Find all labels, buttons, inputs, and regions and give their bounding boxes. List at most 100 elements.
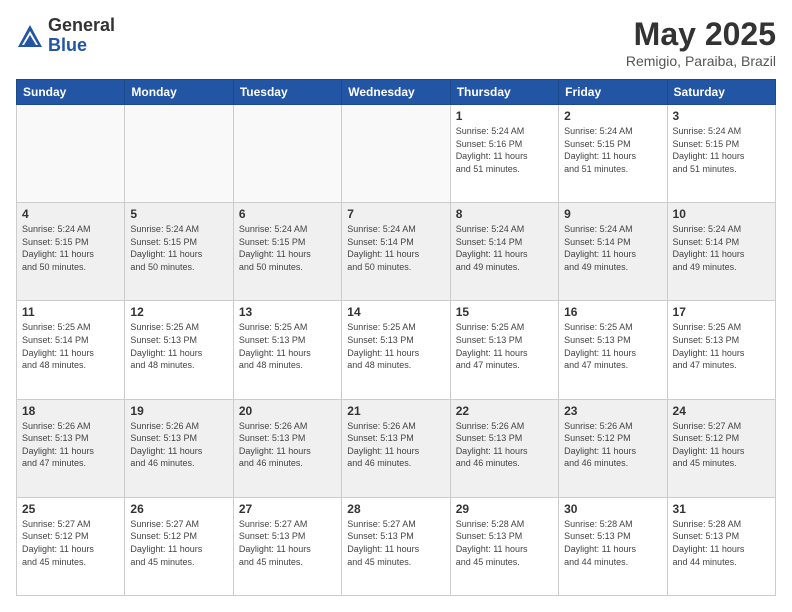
logo-general-text: General [48,16,115,36]
day-number: 13 [239,305,336,319]
day-number: 3 [673,109,770,123]
day-info: Sunrise: 5:26 AM Sunset: 5:13 PM Dayligh… [22,420,119,470]
day-info: Sunrise: 5:24 AM Sunset: 5:16 PM Dayligh… [456,125,553,175]
day-info: Sunrise: 5:26 AM Sunset: 5:12 PM Dayligh… [564,420,661,470]
day-info: Sunrise: 5:25 AM Sunset: 5:13 PM Dayligh… [239,321,336,371]
calendar-cell: 29Sunrise: 5:28 AM Sunset: 5:13 PM Dayli… [450,497,558,595]
week-row-4: 18 Sunrise: 5:26 AM Sunset: 5:13 PM Dayli… [17,399,776,497]
calendar-cell: 13 Sunrise: 5:25 AM Sunset: 5:13 PM Dayli… [233,301,341,399]
day-number: 29 [456,502,553,516]
day-number: 12 [130,305,227,319]
day-number: 18 [22,404,119,418]
day-info: Sunrise: 5:26 AM Sunset: 5:13 PM Dayligh… [456,420,553,470]
day-info: Sunrise: 5:26 AM Sunset: 5:13 PM Dayligh… [130,420,227,470]
day-number: 9 [564,207,661,221]
day-number: 28 [347,502,444,516]
day-number: 24 [673,404,770,418]
day-number: 10 [673,207,770,221]
day-header-tuesday: Tuesday [233,80,341,105]
day-info: Sunrise: 5:24 AM Sunset: 5:15 PM Dayligh… [564,125,661,175]
day-header-sunday: Sunday [17,80,125,105]
day-number: 5 [130,207,227,221]
calendar-cell: 2 Sunrise: 5:24 AM Sunset: 5:15 PM Daylig… [559,105,667,203]
week-row-5: 25 Sunrise: 5:27 AM Sunset: 5:12 PM Dayli… [17,497,776,595]
calendar-cell: 26 Sunrise: 5:27 AM Sunset: 5:12 PM Dayli… [125,497,233,595]
day-header-friday: Friday [559,80,667,105]
day-info: Sunrise: 5:28 AM Sunset: 5:13 PM Dayligh… [564,518,661,568]
day-number: 7 [347,207,444,221]
calendar-cell: 7 Sunrise: 5:24 AM Sunset: 5:14 PM Daylig… [342,203,450,301]
day-number: 17 [673,305,770,319]
day-info: Sunrise: 5:27 AM Sunset: 5:13 PM Dayligh… [347,518,444,568]
calendar-cell: 12 Sunrise: 5:25 AM Sunset: 5:13 PM Dayli… [125,301,233,399]
day-header-monday: Monday [125,80,233,105]
calendar-cell: 27Sunrise: 5:27 AM Sunset: 5:13 PM Dayli… [233,497,341,595]
day-info: Sunrise: 5:24 AM Sunset: 5:14 PM Dayligh… [456,223,553,273]
day-info: Sunrise: 5:24 AM Sunset: 5:15 PM Dayligh… [239,223,336,273]
location: Remigio, Paraiba, Brazil [626,53,776,69]
page: General Blue May 2025 Remigio, Paraiba, … [0,0,792,612]
calendar-cell: 5 Sunrise: 5:24 AM Sunset: 5:15 PM Daylig… [125,203,233,301]
calendar-cell: 28 Sunrise: 5:27 AM Sunset: 5:13 PM Dayli… [342,497,450,595]
day-info: Sunrise: 5:27 AM Sunset: 5:12 PM Dayligh… [130,518,227,568]
day-info: Sunrise: 5:25 AM Sunset: 5:13 PM Dayligh… [130,321,227,371]
day-info: Sunrise: 5:28 AM Sunset: 5:13 PM Dayligh… [673,518,770,568]
day-number: 8 [456,207,553,221]
day-header-saturday: Saturday [667,80,775,105]
day-info: Sunrise: 5:25 AM Sunset: 5:13 PM Dayligh… [347,321,444,371]
calendar-cell: 21 Sunrise: 5:26 AM Sunset: 5:13 PM Dayli… [342,399,450,497]
calendar-cell: 14Sunrise: 5:25 AM Sunset: 5:13 PM Dayli… [342,301,450,399]
day-info: Sunrise: 5:25 AM Sunset: 5:13 PM Dayligh… [673,321,770,371]
day-number: 11 [22,305,119,319]
day-number: 15 [456,305,553,319]
calendar-cell: 8 Sunrise: 5:24 AM Sunset: 5:14 PM Daylig… [450,203,558,301]
week-row-1: 1 Sunrise: 5:24 AM Sunset: 5:16 PM Daylig… [17,105,776,203]
calendar-cell: 9 Sunrise: 5:24 AM Sunset: 5:14 PM Daylig… [559,203,667,301]
title-block: May 2025 Remigio, Paraiba, Brazil [626,16,776,69]
calendar-cell: 4 Sunrise: 5:24 AM Sunset: 5:15 PM Daylig… [17,203,125,301]
day-header-thursday: Thursday [450,80,558,105]
day-number: 1 [456,109,553,123]
week-row-2: 4 Sunrise: 5:24 AM Sunset: 5:15 PM Daylig… [17,203,776,301]
day-info: Sunrise: 5:25 AM Sunset: 5:14 PM Dayligh… [22,321,119,371]
calendar-cell: 30Sunrise: 5:28 AM Sunset: 5:13 PM Dayli… [559,497,667,595]
day-info: Sunrise: 5:26 AM Sunset: 5:13 PM Dayligh… [239,420,336,470]
calendar-cell: 20Sunrise: 5:26 AM Sunset: 5:13 PM Dayli… [233,399,341,497]
calendar-cell [342,105,450,203]
header: General Blue May 2025 Remigio, Paraiba, … [16,16,776,69]
day-number: 21 [347,404,444,418]
day-info: Sunrise: 5:27 AM Sunset: 5:12 PM Dayligh… [673,420,770,470]
calendar-table: SundayMondayTuesdayWednesdayThursdayFrid… [16,79,776,596]
week-row-3: 11 Sunrise: 5:25 AM Sunset: 5:14 PM Dayli… [17,301,776,399]
day-info: Sunrise: 5:24 AM Sunset: 5:14 PM Dayligh… [564,223,661,273]
day-info: Sunrise: 5:24 AM Sunset: 5:15 PM Dayligh… [22,223,119,273]
logo: General Blue [16,16,115,56]
day-number: 22 [456,404,553,418]
day-info: Sunrise: 5:24 AM Sunset: 5:14 PM Dayligh… [673,223,770,273]
calendar-cell: 10 Sunrise: 5:24 AM Sunset: 5:14 PM Dayli… [667,203,775,301]
day-info: Sunrise: 5:27 AM Sunset: 5:13 PM Dayligh… [239,518,336,568]
day-number: 25 [22,502,119,516]
logo-blue-text: Blue [48,36,115,56]
calendar-cell [233,105,341,203]
day-number: 19 [130,404,227,418]
calendar-cell: 11 Sunrise: 5:25 AM Sunset: 5:14 PM Dayli… [17,301,125,399]
calendar-cell: 24 Sunrise: 5:27 AM Sunset: 5:12 PM Dayli… [667,399,775,497]
day-number: 26 [130,502,227,516]
calendar-cell: 17 Sunrise: 5:25 AM Sunset: 5:13 PM Dayli… [667,301,775,399]
logo-text: General Blue [48,16,115,56]
day-number: 4 [22,207,119,221]
day-header-wednesday: Wednesday [342,80,450,105]
day-number: 2 [564,109,661,123]
day-info: Sunrise: 5:24 AM Sunset: 5:15 PM Dayligh… [130,223,227,273]
day-number: 6 [239,207,336,221]
day-info: Sunrise: 5:24 AM Sunset: 5:15 PM Dayligh… [673,125,770,175]
calendar-cell [17,105,125,203]
day-info: Sunrise: 5:26 AM Sunset: 5:13 PM Dayligh… [347,420,444,470]
calendar-cell: 25Sunrise: 5:27 AM Sunset: 5:12 PM Dayli… [17,497,125,595]
day-info: Sunrise: 5:24 AM Sunset: 5:14 PM Dayligh… [347,223,444,273]
calendar-cell: 6 Sunrise: 5:24 AM Sunset: 5:15 PM Daylig… [233,203,341,301]
day-info: Sunrise: 5:25 AM Sunset: 5:13 PM Dayligh… [564,321,661,371]
calendar-cell: 18 Sunrise: 5:26 AM Sunset: 5:13 PM Dayli… [17,399,125,497]
calendar-cell: 1 Sunrise: 5:24 AM Sunset: 5:16 PM Daylig… [450,105,558,203]
